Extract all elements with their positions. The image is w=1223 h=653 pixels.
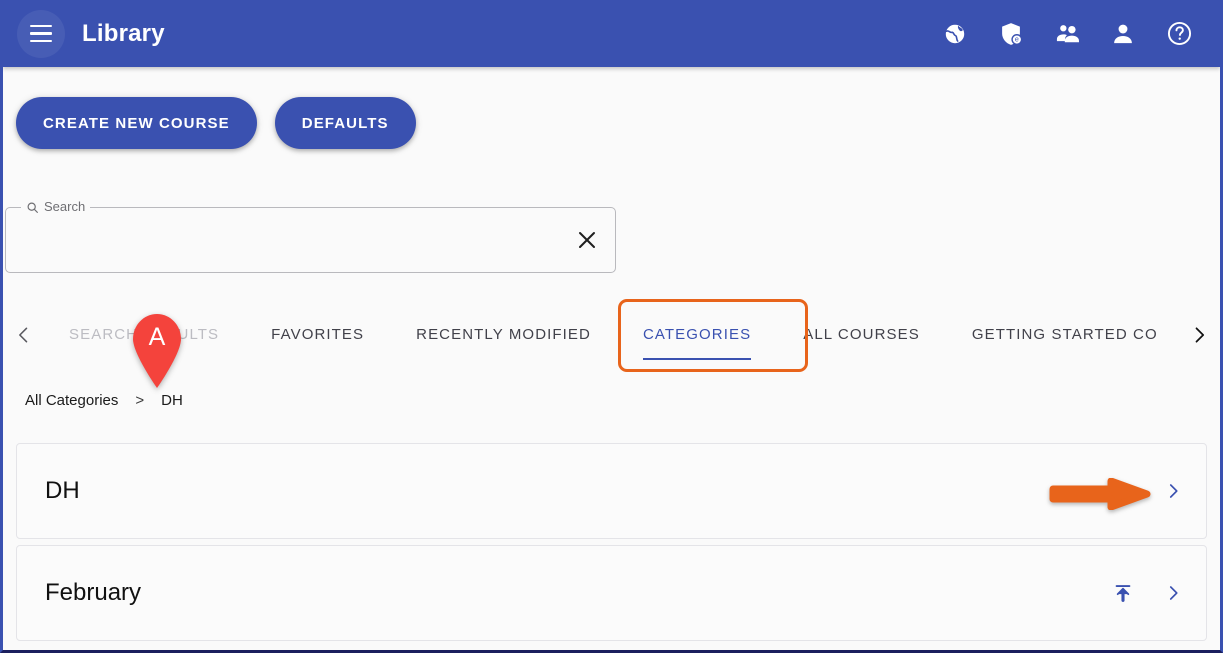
chevron-right-icon[interactable] xyxy=(1156,474,1190,508)
menu-bar-1 xyxy=(30,24,52,28)
category-list: DH February xyxy=(16,443,1207,641)
menu-bar-2 xyxy=(30,32,52,35)
tab-favorites[interactable]: FAVORITES xyxy=(245,301,390,368)
hamburger-menu-icon[interactable] xyxy=(17,9,65,58)
chevron-left-icon[interactable] xyxy=(5,301,43,368)
tab-categories[interactable]: CATEGORIES xyxy=(617,301,777,368)
breadcrumb-current: DH xyxy=(161,392,183,409)
close-icon[interactable] xyxy=(570,223,604,257)
row-title: DH xyxy=(45,477,80,504)
breadcrumb: All Categories > DH xyxy=(25,392,183,409)
tab-recently-modified[interactable]: RECENTLY MODIFIED xyxy=(390,301,617,368)
app-window: Library e CREATE NEW COURSE DEFAULTS Sea… xyxy=(0,0,1223,653)
create-new-course-button[interactable]: CREATE NEW COURSE xyxy=(16,97,257,149)
app-bar: Library e xyxy=(3,0,1220,67)
page-title: Library xyxy=(82,19,165,47)
row-actions xyxy=(1106,576,1190,610)
tab-all-courses[interactable]: ALL COURSES xyxy=(777,301,946,368)
person-icon[interactable] xyxy=(1108,19,1138,49)
breadcrumb-all-categories[interactable]: All Categories xyxy=(25,392,118,409)
menu-bar-3 xyxy=(30,39,52,43)
tab-bar: SEARCH RESULTS FAVORITES RECENTLY MODIFI… xyxy=(5,301,1218,368)
search-input[interactable] xyxy=(19,208,546,272)
shield-e-icon[interactable]: e xyxy=(996,19,1026,49)
breadcrumb-separator: > xyxy=(135,392,145,409)
publish-icon[interactable] xyxy=(1106,576,1140,610)
svg-text:e: e xyxy=(1015,35,1019,43)
row-actions xyxy=(1156,474,1190,508)
tab-search-results[interactable]: SEARCH RESULTS xyxy=(43,301,245,368)
row-title: February xyxy=(45,579,142,606)
chevron-right-icon[interactable] xyxy=(1156,576,1190,610)
people-group-icon[interactable] xyxy=(1052,19,1082,49)
action-button-row: CREATE NEW COURSE DEFAULTS xyxy=(16,97,416,149)
appbar-icon-group: e xyxy=(940,19,1194,49)
table-row[interactable]: DH xyxy=(16,443,1207,539)
help-circle-icon[interactable] xyxy=(1164,19,1194,49)
globe-icon[interactable] xyxy=(940,19,970,49)
tab-getting-started-courses[interactable]: GETTING STARTED CO xyxy=(946,301,1180,368)
defaults-button[interactable]: DEFAULTS xyxy=(274,97,416,149)
chevron-right-icon[interactable] xyxy=(1180,301,1218,368)
tab-list: SEARCH RESULTS FAVORITES RECENTLY MODIFI… xyxy=(43,301,1180,368)
table-row[interactable]: February xyxy=(16,545,1207,641)
search-field: Search xyxy=(5,199,616,273)
